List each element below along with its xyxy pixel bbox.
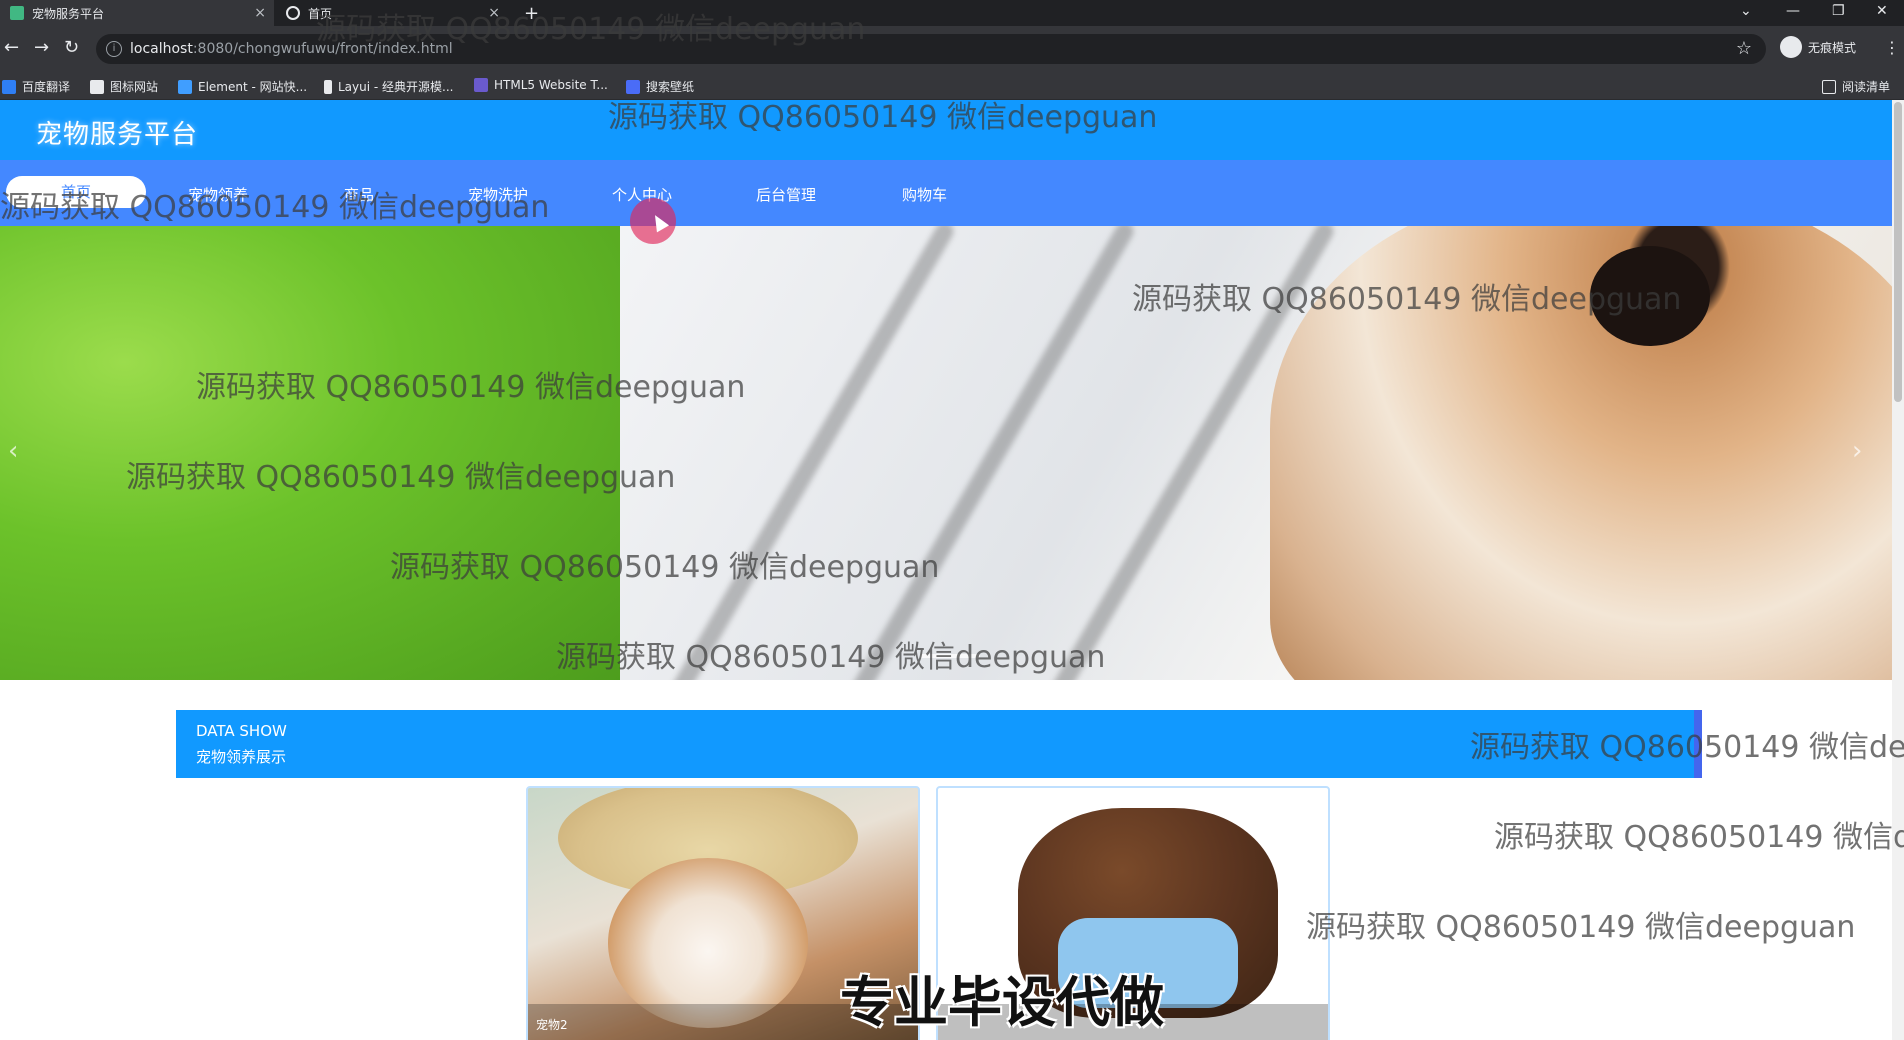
reading-list-label: 阅读清单: [1842, 80, 1891, 94]
watermark-text: 源码获取 QQ86050149 微信deepguan: [1306, 910, 1856, 945]
bookmark-item[interactable]: Element - 网站快...: [178, 78, 307, 95]
url-host: localhost: [130, 41, 193, 57]
section-title-en: DATA SHOW: [196, 722, 287, 740]
minimize-icon[interactable]: —: [1786, 3, 1800, 19]
layui-icon: [324, 79, 332, 94]
tab-title: 宠物服务平台: [32, 6, 105, 21]
watermark-text: 源码获取 QQ86050149 微信deepguan: [1494, 820, 1904, 855]
bookmark-label: HTML5 Website T...: [494, 78, 608, 92]
bookmark-item[interactable]: 百度翻译: [2, 78, 70, 95]
watermark-text: 源码获取 QQ86050149 微信deepguan: [126, 460, 676, 495]
site-title: 宠物服务平台: [36, 120, 199, 150]
nav-cart[interactable]: 购物车: [902, 184, 947, 205]
close-window-icon[interactable]: ✕: [1876, 3, 1888, 19]
bookmark-label: Layui - 经典开源模...: [338, 80, 454, 94]
forward-icon[interactable]: →: [34, 38, 49, 58]
globe-icon: [286, 6, 300, 20]
nav-admin[interactable]: 后台管理: [756, 184, 816, 205]
profile-label: 无痕模式: [1808, 40, 1857, 55]
chevron-right-icon[interactable]: ›: [1852, 436, 1862, 466]
restore-icon[interactable]: ❐: [1832, 3, 1845, 19]
watermark-text: 源码获取 QQ86050149 微信deepguan: [0, 190, 550, 225]
bookmark-item[interactable]: Layui - 经典开源模...: [324, 78, 453, 95]
page-scrollbar[interactable]: [1892, 100, 1904, 1040]
bookmark-label: Element - 网站快...: [198, 80, 308, 94]
address-bar: ← → ↻ i localhost:8080/chongwufuwu/front…: [0, 26, 1904, 72]
bookmark-label: 百度翻译: [22, 80, 71, 94]
watermark-text: 源码获取 QQ86050149 微信deepguan: [556, 640, 1106, 675]
reading-list[interactable]: 阅读清单: [1822, 78, 1890, 95]
star-icon[interactable]: ☆: [1736, 38, 1752, 59]
chevron-left-icon[interactable]: ‹: [8, 436, 18, 466]
web-page: 宠物服务平台 首页 宠物领养 商品 宠物洗护 个人中心 后台管理 购物车 ‹ ›…: [0, 100, 1892, 1040]
close-icon[interactable]: ×: [254, 5, 266, 21]
incognito-icon: [1780, 36, 1802, 58]
info-icon[interactable]: i: [106, 41, 122, 57]
watermark-text: 源码获取 QQ86050149 微信deepguan: [608, 100, 1158, 135]
tab-active[interactable]: 宠物服务平台 ×: [0, 0, 274, 26]
reading-list-icon: [1822, 79, 1836, 94]
bookmark-item[interactable]: 图标网站: [90, 78, 158, 95]
reload-icon[interactable]: ↻: [64, 38, 79, 58]
scrollbar-thumb[interactable]: [1894, 102, 1902, 402]
translate-icon: [2, 79, 16, 94]
watermark-text: 源码获取 QQ86050149 微信deepguan: [1470, 730, 1904, 765]
html5-icon: [474, 78, 488, 92]
watermark-text: 源码获取 QQ86050149 微信deepguan: [316, 12, 866, 47]
browser-tab-bar: 宠物服务平台 × 首页 × + ⌄ — ❐ ✕: [0, 0, 1904, 26]
vue-icon: [10, 6, 24, 20]
element-icon: [178, 79, 192, 94]
flag-icon: [90, 79, 104, 94]
bookmark-item[interactable]: HTML5 Website T...: [474, 78, 608, 92]
watermark-text: 源码获取 QQ86050149 微信deepguan: [1132, 282, 1682, 317]
incognito-profile[interactable]: 无痕模式: [1780, 36, 1856, 58]
watermark-text: 源码获取 QQ86050149 微信deepguan: [196, 370, 746, 405]
bookmark-label: 图标网站: [110, 80, 159, 94]
watermark-text: 源码获取 QQ86050149 微信deepguan: [390, 550, 940, 585]
kitten-image: [608, 858, 808, 1028]
banner-stripe: [841, 226, 1137, 680]
caption-text: 专业毕设代做: [840, 971, 1164, 1034]
tab-search-icon[interactable]: ⌄: [1740, 3, 1752, 19]
back-icon[interactable]: ←: [4, 38, 19, 58]
section-title-cn: 宠物领养展示: [196, 748, 287, 766]
menu-icon[interactable]: ⋮: [1884, 38, 1900, 57]
